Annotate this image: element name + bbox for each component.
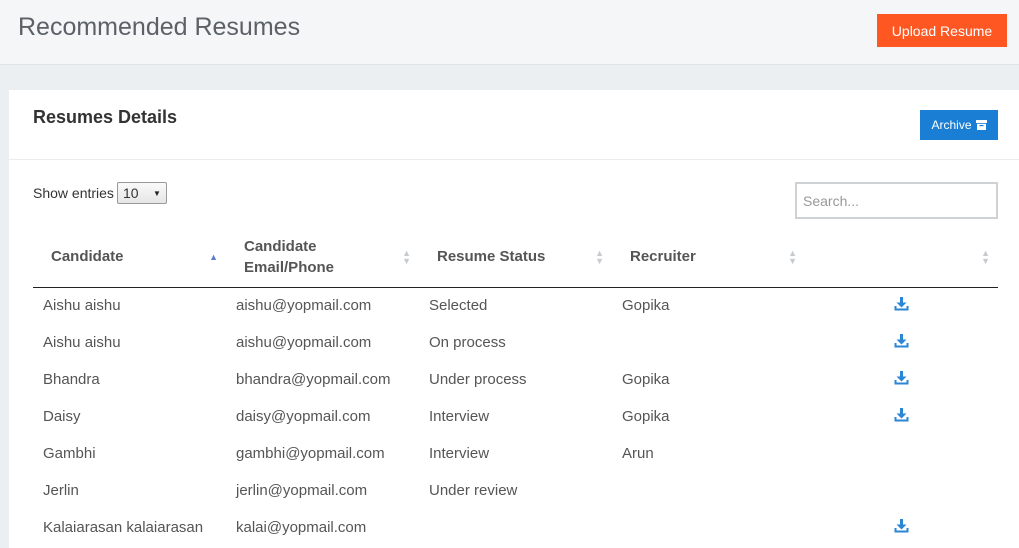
- email-cell: aishu@yopmail.com: [236, 297, 372, 315]
- email-cell: jerlin@yopmail.com: [236, 482, 368, 499]
- column-header-actions[interactable]: ▲ ▼: [805, 227, 998, 288]
- entries-select[interactable]: 10 ▼: [116, 182, 167, 204]
- candidate-cell: Bhandra: [43, 371, 100, 388]
- download-icon[interactable]: [894, 407, 909, 422]
- table-row: Kalaiarasan kalaiarasan kalai@yopmail.com: [33, 509, 998, 546]
- column-header-status[interactable]: Resume Status ▲ ▼: [419, 227, 612, 288]
- actions-cell: [805, 472, 998, 509]
- resumes-card: Resumes Details Archive Show entries 10 …: [9, 90, 1019, 548]
- sort-both-icon: ▲ ▼: [788, 247, 797, 266]
- table-row: Aishu aishu aishu@yopmail.com Selected Gopi…: [33, 287, 998, 324]
- table-row: Bhandra bhandra@yopmail.com Under process G…: [33, 361, 998, 398]
- sort-both-icon: ▲ ▼: [402, 247, 411, 266]
- upload-resume-button[interactable]: Upload Resume: [877, 14, 1007, 47]
- archive-icon: [975, 120, 987, 130]
- top-bar: Recommended Resumes Upload Resume: [0, 0, 1019, 65]
- candidate-cell: Gambhi: [43, 445, 96, 462]
- table-row: Aishu aishu aishu@yopmail.com On process: [33, 324, 998, 361]
- candidate-cell: Aishu aishu: [43, 334, 121, 351]
- status-cell: On process: [429, 334, 506, 351]
- search-input[interactable]: [795, 182, 998, 219]
- actions-cell: [805, 361, 998, 398]
- email-cell: gambhi@yopmail.com: [236, 445, 385, 462]
- recruiter-cell: [612, 472, 805, 509]
- card-title: Resumes Details: [33, 107, 178, 127]
- recruiter-cell: Gopika: [622, 371, 670, 388]
- actions-cell: [805, 398, 998, 435]
- candidate-cell: Aishu aishu: [43, 297, 121, 315]
- column-header-email[interactable]: Candidate Email/Phone ▲ ▼: [226, 227, 419, 288]
- sort-both-icon: ▲ ▼: [595, 247, 604, 266]
- download-icon[interactable]: [894, 518, 909, 533]
- card-header: Resumes Details Archive: [9, 90, 1019, 160]
- status-cell: Under review: [429, 482, 518, 499]
- show-entries: Show entries 10 ▼: [33, 182, 167, 204]
- status-cell: Interview: [429, 445, 490, 462]
- show-entries-label: Show entries: [33, 185, 114, 201]
- actions-cell: [805, 287, 998, 324]
- download-icon[interactable]: [894, 333, 909, 348]
- entries-value: 10: [122, 185, 139, 201]
- sort-both-icon: ▲ ▼: [981, 247, 990, 266]
- page-title: Recommended Resumes: [18, 13, 301, 41]
- email-cell: kalai@yopmail.com: [236, 519, 367, 536]
- status-cell: Selected: [429, 297, 488, 315]
- status-cell: Interview: [429, 408, 490, 425]
- table-row: Jerlin jerlin@yopmail.com Under review: [33, 472, 998, 509]
- recruiter-cell: [612, 509, 805, 546]
- email-cell: bhandra@yopmail.com: [236, 371, 391, 388]
- download-icon[interactable]: [894, 370, 909, 385]
- actions-cell: [805, 324, 998, 361]
- download-icon[interactable]: [894, 296, 909, 311]
- actions-cell: [805, 435, 998, 472]
- status-cell: [419, 509, 612, 546]
- candidate-cell: Daisy: [43, 408, 81, 425]
- archive-button[interactable]: Archive: [920, 110, 998, 140]
- recruiter-cell: Arun: [622, 445, 654, 462]
- column-header-recruiter[interactable]: Recruiter ▲ ▼: [612, 227, 805, 288]
- recruiter-cell: [612, 324, 805, 361]
- caret-down-icon: ▼: [153, 188, 161, 198]
- candidate-cell: Kalaiarasan kalaiarasan: [43, 519, 204, 536]
- table-header-row: Candidate ▲ Candidate Email/Phone ▲ ▼ Res…: [33, 227, 998, 288]
- recruiter-cell: Gopika: [622, 297, 670, 315]
- status-cell: Under process: [429, 371, 527, 388]
- archive-label: Archive: [931, 118, 972, 132]
- column-header-candidate[interactable]: Candidate ▲: [33, 227, 226, 288]
- table-row: Daisy daisy@yopmail.com Interview Gopika: [33, 398, 998, 435]
- table-row: Gambhi gambhi@yopmail.com Interview Arun: [33, 435, 998, 472]
- recruiter-cell: Gopika: [622, 408, 670, 425]
- sort-asc-icon: ▲: [209, 251, 218, 262]
- resumes-table: Candidate ▲ Candidate Email/Phone ▲ ▼ Res…: [33, 227, 998, 546]
- candidate-cell: Jerlin: [43, 482, 79, 499]
- actions-cell: [805, 509, 998, 546]
- email-cell: daisy@yopmail.com: [236, 408, 371, 425]
- email-cell: aishu@yopmail.com: [236, 334, 372, 351]
